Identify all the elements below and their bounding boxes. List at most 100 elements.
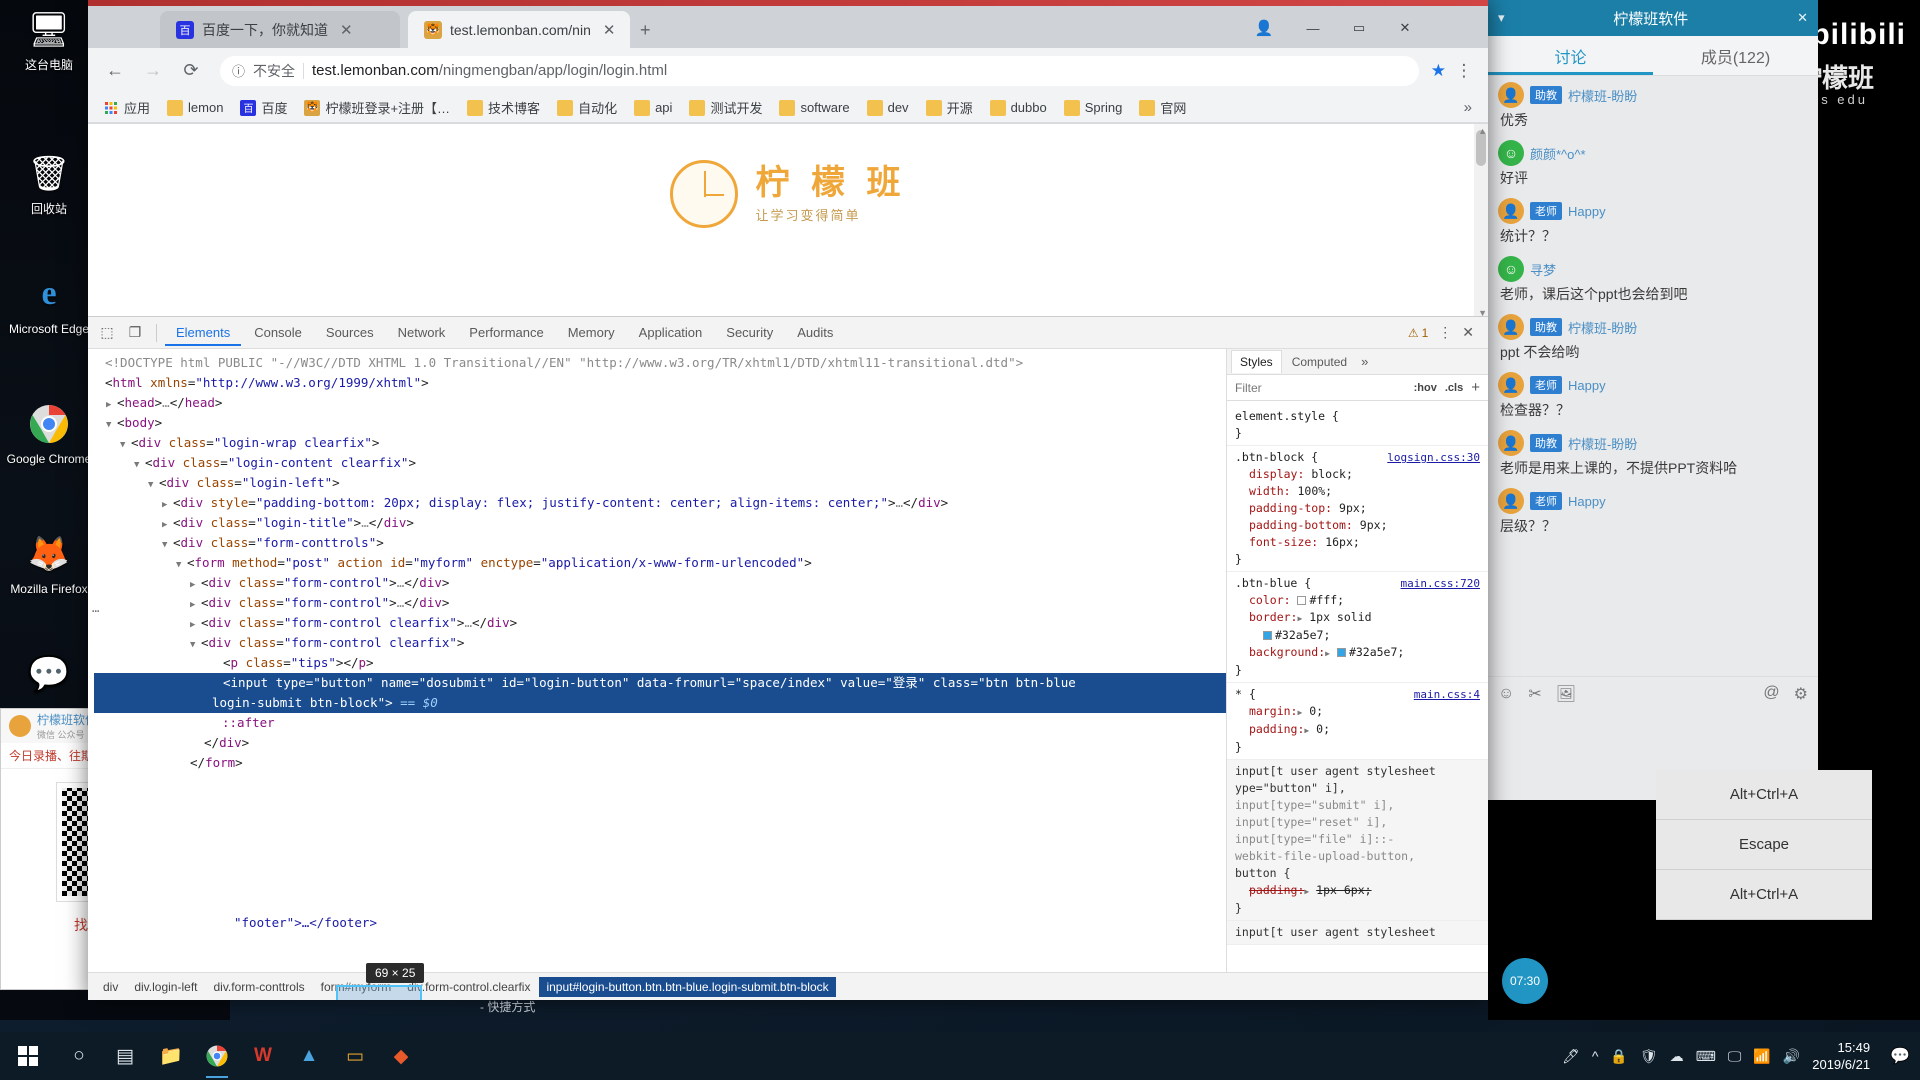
device-toolbar-icon[interactable]: ❐	[122, 321, 148, 345]
taskbar-clock[interactable]: 15:49 2019/6/21	[1812, 1039, 1878, 1073]
tab-audits[interactable]: Audits	[786, 319, 844, 346]
chevron-up-icon[interactable]: ▲	[1478, 126, 1487, 136]
dom-line[interactable]: <div class="form-conttrols">	[94, 533, 1226, 553]
dom-line[interactable]: <div class="form-control">…</div>	[94, 593, 1226, 613]
bookmark-dubbo[interactable]: dubbo	[983, 97, 1054, 119]
css-rule[interactable]: logsign.css:30 .btn-block { display: blo…	[1227, 446, 1488, 572]
tab-console[interactable]: Console	[243, 319, 313, 346]
notifications-icon[interactable]: 💬	[1890, 1046, 1910, 1066]
bookmark-dev[interactable]: dev	[860, 97, 916, 119]
emoji-icon[interactable]: ☺	[1498, 685, 1514, 703]
tab-styles[interactable]: Styles	[1231, 350, 1282, 373]
desktop-icon-firefox[interactable]: 🦊 Mozilla Firefox	[4, 530, 94, 596]
desktop-icon-recycle-bin[interactable]: 🗑 回收站	[4, 150, 94, 216]
close-icon[interactable]: ✕	[1797, 10, 1808, 26]
reload-button[interactable]: ⟳	[174, 54, 208, 88]
color-swatch[interactable]	[1263, 631, 1272, 640]
css-source-link[interactable]: main.css:720	[1401, 575, 1480, 592]
tab-sources[interactable]: Sources	[315, 319, 385, 346]
css-declaration[interactable]: padding:▶ 1px 6px;	[1235, 882, 1480, 900]
color-swatch[interactable]	[1297, 596, 1307, 605]
forward-button[interactable]: →	[136, 54, 170, 88]
dom-line[interactable]: <div class="login-content clearfix">	[94, 453, 1226, 473]
css-rule[interactable]: main.css:720 .btn-blue { color: #fff; bo…	[1227, 572, 1488, 683]
dom-line[interactable]	[94, 793, 1226, 813]
dom-line[interactable]: <div class="form-control clearfix">…</di…	[94, 613, 1226, 633]
dom-line[interactable]: <head>…</head>	[94, 393, 1226, 413]
bookmark-apps[interactable]: 应用	[96, 95, 157, 120]
bookmark-lemonban-login[interactable]: 🐯 柠檬班登录+注册【…	[297, 95, 457, 120]
dom-line[interactable]: <div class="login-title">…</div>	[94, 513, 1226, 533]
inspect-element-icon[interactable]: ⬚	[94, 321, 120, 345]
bookmark-star-icon[interactable]: ★	[1431, 61, 1446, 81]
css-rule-ua[interactable]: input[t user agent stylesheet	[1227, 921, 1488, 945]
expand-arrow-icon[interactable]: ▶	[1297, 614, 1302, 623]
address-bar[interactable]: ⓘ 不安全 test.lemonban.com/ningmengban/app/…	[220, 55, 1419, 86]
hint-item[interactable]: Escape	[1656, 820, 1872, 870]
dom-line[interactable]: </form>	[94, 753, 1226, 773]
dom-line[interactable]	[94, 853, 1226, 873]
back-button[interactable]: ←	[98, 54, 132, 88]
chrome-taskbar-icon[interactable]	[194, 1032, 240, 1080]
bookmark-official-site[interactable]: 官网	[1132, 95, 1193, 120]
warning-badge[interactable]: ⚠ 1	[1408, 326, 1428, 340]
hint-item[interactable]: Alt+Ctrl+A	[1656, 870, 1872, 920]
hover-state-button[interactable]: :hov	[1414, 382, 1437, 394]
search-icon[interactable]: ○	[56, 1032, 102, 1080]
dom-line[interactable]: <div class="form-control clearfix">	[94, 633, 1226, 653]
bookmark-software[interactable]: software	[772, 97, 856, 119]
css-declaration[interactable]: padding:▶ 0;	[1235, 721, 1480, 739]
dom-line[interactable]: <body>	[94, 413, 1226, 433]
dom-line[interactable]: <div class="form-control">…</div>	[94, 573, 1226, 593]
breadcrumb-item[interactable]: div.form-conttrols	[206, 977, 311, 997]
shield-icon[interactable]: 🛡	[1640, 1048, 1658, 1065]
dom-line[interactable]	[94, 813, 1226, 833]
close-icon[interactable]: ✕	[340, 21, 353, 39]
minimize-button[interactable]: —	[1290, 12, 1336, 44]
class-filter-button[interactable]: .cls	[1445, 382, 1463, 394]
screenshot-icon[interactable]: ✂	[1528, 684, 1541, 704]
css-declaration[interactable]: color: #fff;	[1235, 592, 1480, 609]
dom-line[interactable]: <div style="padding-bottom: 20px; displa…	[94, 493, 1226, 513]
qq-message-list[interactable]: 👤 助教 柠檬班-盼盼 优秀 ☺ 颜颜*^o^* 好评 👤 老师 Happy 统…	[1488, 76, 1818, 676]
css-declaration[interactable]: border:▶ 1px solid	[1235, 609, 1480, 627]
color-swatch[interactable]	[1336, 648, 1346, 657]
browser-tab-lemonban[interactable]: 🐯 test.lemonban.com/nin ✕	[408, 11, 630, 48]
site-info-icon[interactable]: ⓘ	[232, 61, 245, 80]
dom-line[interactable]: <!DOCTYPE html PUBLIC "-//W3C//DTD XHTML…	[94, 353, 1226, 373]
bookmark-lemon[interactable]: lemon	[160, 97, 230, 119]
dom-line[interactable]	[94, 893, 1226, 913]
browser-tab-baidu[interactable]: 百 百度一下，你就知道 ✕	[160, 11, 400, 48]
dom-line-selected-cont[interactable]: login-submit btn-block"> == $0	[94, 693, 1226, 713]
expand-arrow-icon[interactable]: ▶	[1304, 726, 1309, 735]
desktop-icon-chrome[interactable]: Google Chrome	[4, 400, 94, 466]
css-source-link[interactable]: main.css:4	[1414, 686, 1480, 703]
css-declaration[interactable]: display: block;	[1235, 466, 1480, 483]
tab-computed[interactable]: Computed	[1284, 351, 1355, 373]
bookmark-spring[interactable]: Spring	[1057, 97, 1130, 119]
css-declaration[interactable]: font-size: 16px;	[1235, 534, 1480, 551]
tab-memory[interactable]: Memory	[557, 319, 626, 346]
expand-arrow-icon[interactable]: ▶	[1297, 708, 1302, 717]
css-declaration[interactable]: background:▶ #32a5e7;	[1235, 644, 1480, 662]
bookmark-opensource[interactable]: 开源	[919, 95, 980, 120]
expand-arrow-icon[interactable]: ▶	[1325, 649, 1330, 658]
breadcrumb-item[interactable]: div.login-left	[127, 977, 204, 997]
dom-line[interactable]	[94, 773, 1226, 793]
pen-icon[interactable]: 🖊	[1562, 1048, 1580, 1065]
dropdown-icon[interactable]: ▾	[1498, 10, 1505, 26]
bookmark-automation[interactable]: 自动化	[550, 95, 624, 120]
lock-icon[interactable]: 🔒	[1610, 1048, 1627, 1065]
tab-security[interactable]: Security	[715, 319, 784, 346]
xmind-icon[interactable]: ◆	[378, 1032, 424, 1080]
start-button[interactable]	[0, 1032, 56, 1080]
store-icon[interactable]: ▲	[286, 1032, 332, 1080]
dom-line[interactable]	[94, 873, 1226, 893]
chevron-up-icon[interactable]: ^	[1592, 1048, 1599, 1064]
dom-line[interactable]: </div>	[94, 733, 1226, 753]
css-declaration[interactable]: padding-bottom: 9px;	[1235, 517, 1480, 534]
more-options-icon[interactable]: ⋮	[1438, 324, 1452, 341]
bookmark-test-dev[interactable]: 测试开发	[682, 95, 769, 120]
bookmarks-overflow-button[interactable]: »	[1456, 99, 1480, 116]
dom-line[interactable]: <p class="tips"></p>	[94, 653, 1226, 673]
